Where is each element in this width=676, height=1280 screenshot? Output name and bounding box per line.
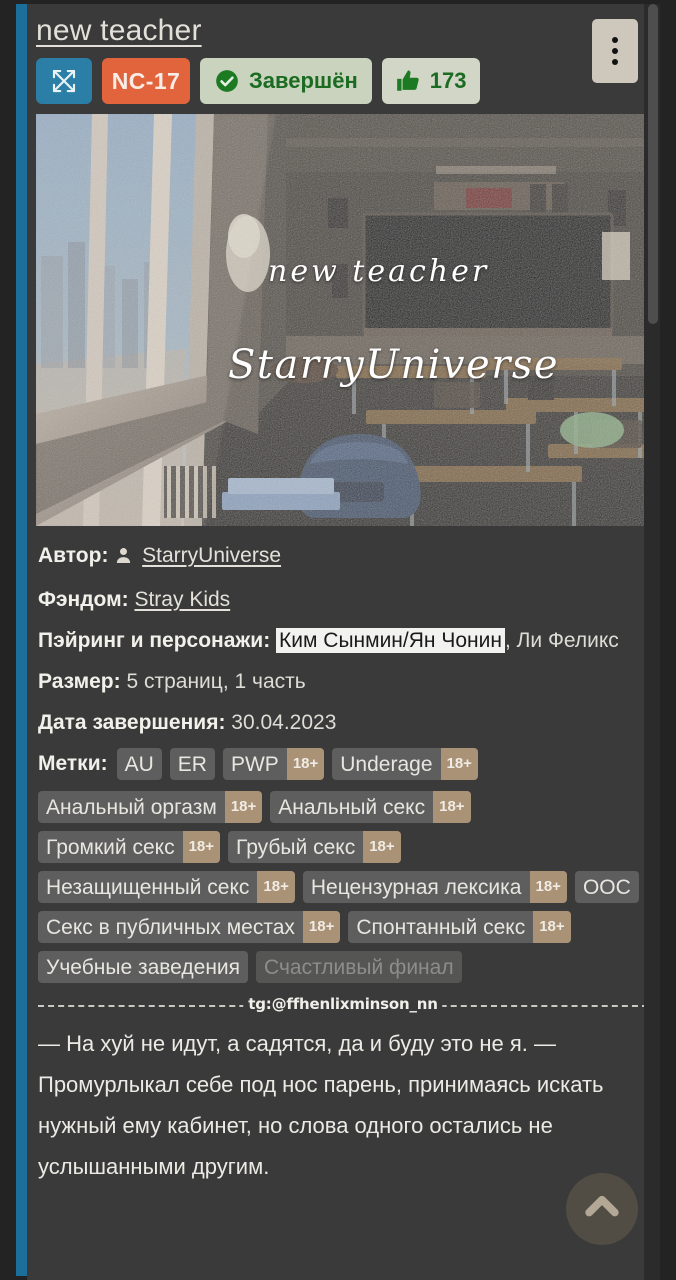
likes-badge[interactable]: 173: [381, 58, 480, 104]
rating-badge[interactable]: NC-17: [102, 58, 190, 104]
thumbs-up-icon: [395, 68, 421, 94]
tags-label: Метки:: [38, 752, 108, 775]
scrollbar-thumb[interactable]: [648, 4, 658, 324]
status-badge[interactable]: Завершён: [200, 58, 372, 104]
app-root: new teacher NC-17 Завершён 173 new teach…: [0, 0, 676, 1280]
person-icon: [114, 538, 133, 579]
kebab-dot: [612, 37, 618, 43]
tag-chip[interactable]: Underage 18+: [332, 748, 478, 780]
badge-row: NC-17 Завершён 173: [27, 55, 660, 114]
tag-chip[interactable]: ООС: [574, 871, 639, 903]
tag-chip[interactable]: AU: [116, 748, 162, 780]
tag-label: Спонтанный секс: [356, 915, 526, 939]
tag-label: Анальный оргазм: [46, 795, 217, 819]
tag-chip[interactable]: Громкий секс 18+: [38, 831, 221, 863]
tag-label: Грубый секс: [236, 835, 356, 859]
tag-label: Секс в публичных местах: [46, 915, 295, 939]
kebab-dot: [612, 48, 618, 54]
pairing-label: Пэйринг и персонажи:: [38, 629, 271, 652]
tag-label: Нецензурная лексика: [310, 875, 522, 899]
cover-overlay-title: new teacher: [268, 254, 490, 289]
tag-label: ООС: [582, 875, 631, 899]
tag-adult-marker: 18+: [440, 748, 478, 780]
scrollbar-track[interactable]: [644, 4, 660, 1280]
metadata-block: Автор: StarryUniverse Фэндом: Stray Kids…: [27, 535, 660, 743]
meta-row-size: Размер: 5 страниц, 1 часть: [38, 661, 648, 702]
tag-label: Громкий секс: [46, 835, 175, 859]
meta-row-author: Автор: StarryUniverse: [38, 535, 648, 579]
pairing-rest: , Ли Феликс: [504, 629, 619, 652]
tag-chip[interactable]: Нецензурная лексика 18+: [302, 871, 567, 903]
tag-adult-marker: 18+: [286, 748, 325, 780]
page-title[interactable]: new teacher: [36, 13, 202, 49]
scroll-to-top-button[interactable]: [566, 1173, 638, 1245]
tag-adult-marker: 18+: [433, 791, 471, 823]
fandom-link[interactable]: Stray Kids: [134, 588, 230, 611]
tag-adult-marker: 18+: [302, 911, 341, 943]
tag-label: AU: [124, 752, 154, 776]
meta-row-fandom: Фэндом: Stray Kids: [38, 579, 648, 620]
date-value: 30.04.2023: [231, 711, 337, 734]
watermark-text: tg:@ffhenlixminson_nn: [243, 995, 443, 1013]
meta-row-pairing: Пэйринг и персонажи: Ким Сынмин/Ян Чонин…: [38, 620, 648, 661]
author-label: Автор:: [38, 544, 109, 567]
likes-count: 173: [429, 68, 467, 93]
tag-adult-marker: 18+: [182, 831, 221, 863]
kebab-dot: [612, 59, 618, 65]
tag-chip[interactable]: ER: [169, 748, 215, 780]
tag-label: ER: [177, 752, 207, 776]
tags-block: Метки: AU ER PWP 18+ Underage 18+ Анальный орг…: [27, 743, 660, 983]
cover-overlay-author: StarryUniverse: [228, 342, 560, 388]
accent-stripe: [16, 4, 27, 1276]
category-badge[interactable]: [36, 58, 92, 104]
story-body: — На хуй не идут, а садятся, да и буду э…: [38, 1031, 604, 1179]
tag-chip[interactable]: Грубый секс 18+: [228, 831, 401, 863]
tag-chip[interactable]: Незащищенный секс 18+: [38, 871, 295, 903]
kebab-menu-button[interactable]: [592, 19, 638, 83]
tag-chip[interactable]: Анальный оргазм 18+: [38, 791, 263, 823]
tag-label: PWP: [230, 752, 279, 776]
page-left-gutter: [0, 0, 16, 1280]
status-badge-label: Завершён: [249, 68, 358, 93]
tag-adult-marker: 18+: [533, 911, 571, 943]
tag-chip[interactable]: PWP 18+: [222, 748, 325, 780]
chevron-up-icon: [580, 1185, 624, 1234]
story-card: new teacher NC-17 Завершён 173 new teach…: [27, 4, 660, 1280]
section-divider: tg:@ffhenlixminson_nn: [38, 995, 648, 1017]
meta-row-date: Дата завершения: 30.04.2023: [38, 702, 648, 743]
pairing-highlight[interactable]: Ким Сынмин/Ян Чонин: [276, 628, 505, 653]
tag-label: Underage: [340, 752, 433, 776]
tag-chip[interactable]: Счастливый финал: [256, 951, 462, 983]
cover-illustration: [36, 114, 649, 526]
tag-label: Незащищенный секс: [46, 875, 250, 899]
tag-chip[interactable]: Учебные заведения: [38, 951, 249, 983]
tag-chip[interactable]: Анальный секс 18+: [270, 791, 471, 823]
cover-image[interactable]: new teacher StarryUniverse: [36, 114, 649, 526]
tag-chip[interactable]: Спонтанный секс 18+: [348, 911, 571, 943]
tag-label: Учебные заведения: [46, 955, 241, 979]
tag-label: Анальный секс: [278, 795, 426, 819]
title-row: new teacher: [27, 4, 660, 83]
size-value: 5 страниц, 1 часть: [126, 670, 306, 693]
tag-label: Счастливый финал: [264, 955, 454, 979]
tag-adult-marker: 18+: [257, 871, 295, 903]
crossed-arrows-icon: [49, 66, 79, 96]
tag-chip[interactable]: Секс в публичных местах 18+: [38, 911, 341, 943]
tag-adult-marker: 18+: [363, 831, 401, 863]
tag-adult-marker: 18+: [224, 791, 263, 823]
check-circle-icon: [214, 68, 240, 94]
tags-list: Метки: AU ER PWP 18+ Underage 18+ Анальный орг…: [38, 745, 648, 983]
size-label: Размер:: [38, 670, 121, 693]
date-label: Дата завершения:: [38, 711, 226, 734]
fandom-label: Фэндом:: [38, 588, 129, 611]
author-link[interactable]: StarryUniverse: [142, 544, 281, 567]
tag-adult-marker: 18+: [529, 871, 567, 903]
